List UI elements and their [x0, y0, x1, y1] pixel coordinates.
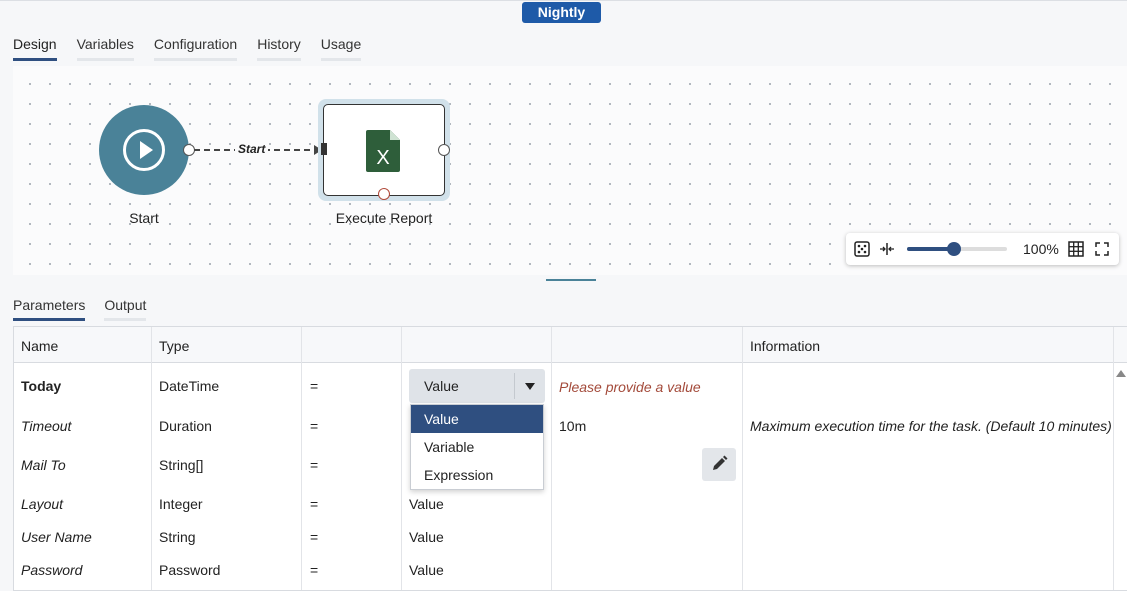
param-mode[interactable]: Value [409, 562, 444, 578]
column-divider [151, 327, 152, 590]
environment-badge: Nightly [522, 2, 601, 23]
zoom-slider[interactable] [907, 242, 1007, 256]
param-mode[interactable]: Value [409, 496, 444, 512]
tab-design[interactable]: Design [13, 36, 57, 61]
bottom-tabs: Parameters Output [13, 297, 165, 321]
excel-letter: X [376, 147, 389, 169]
fullscreen-icon[interactable] [1094, 241, 1110, 257]
header-type[interactable]: Type [159, 338, 189, 354]
column-divider [551, 327, 552, 590]
parameters-grid: Name Type Information Today DateTime = V… [13, 326, 1127, 591]
param-value[interactable]: 10m [559, 418, 586, 434]
param-type: String[] [159, 457, 204, 473]
header-name[interactable]: Name [21, 338, 58, 354]
param-name: User Name [21, 529, 92, 545]
param-operator: = [310, 457, 319, 473]
validation-message: Please provide a value [559, 379, 701, 395]
param-name: Mail To [21, 457, 66, 473]
param-information: Maximum execution time for the task. (De… [750, 418, 1112, 434]
param-type: String [159, 529, 196, 545]
value-mode-select[interactable]: Value [409, 369, 545, 403]
param-name: Timeout [21, 418, 72, 434]
param-type: DateTime [159, 378, 220, 394]
panel-splitter[interactable] [546, 279, 596, 281]
edit-button[interactable] [702, 448, 736, 481]
caret-down-icon[interactable] [525, 383, 535, 390]
param-type: Password [159, 562, 221, 578]
tab-usage[interactable]: Usage [320, 36, 362, 61]
top-border [0, 0, 1127, 1]
zoom-level: 100% [1023, 241, 1059, 257]
param-name: Password [21, 562, 83, 578]
fit-to-screen-icon[interactable] [854, 241, 870, 257]
excel-file-icon: X [366, 130, 400, 172]
column-divider [1113, 327, 1114, 590]
task-input-port[interactable] [321, 143, 327, 155]
task-node-label: Execute Report [335, 210, 433, 226]
param-operator: = [310, 496, 319, 512]
zoom-slider-thumb[interactable] [947, 242, 961, 256]
select-current-value: Value [424, 378, 459, 394]
param-operator: = [310, 378, 319, 394]
tab-variables[interactable]: Variables [76, 36, 134, 61]
param-operator: = [310, 418, 319, 434]
task-error-port[interactable] [378, 188, 390, 200]
value-mode-dropdown: Value Variable Expression [410, 404, 544, 490]
start-node-label: Start [129, 210, 159, 226]
option-variable[interactable]: Variable [411, 433, 543, 461]
collapse-icon[interactable] [879, 241, 895, 257]
scroll-up-icon[interactable] [1116, 370, 1126, 377]
param-operator: = [310, 562, 319, 578]
tab-configuration[interactable]: Configuration [153, 36, 238, 61]
task-output-port[interactable] [438, 144, 450, 156]
param-name: Today [21, 378, 62, 394]
column-divider [742, 327, 743, 590]
column-divider [301, 327, 302, 590]
start-node[interactable] [99, 105, 189, 195]
option-expression[interactable]: Expression [411, 461, 543, 489]
param-operator: = [310, 529, 319, 545]
tab-parameters[interactable]: Parameters [13, 297, 86, 321]
tab-output[interactable]: Output [104, 297, 147, 321]
param-mode[interactable]: Value [409, 529, 444, 545]
select-divider [514, 373, 515, 399]
grid-icon[interactable] [1068, 241, 1084, 257]
play-circle-icon [123, 129, 165, 171]
column-divider [401, 327, 402, 590]
tab-history[interactable]: History [257, 36, 301, 61]
header-information[interactable]: Information [750, 338, 820, 354]
option-value[interactable]: Value [411, 405, 543, 433]
param-type: Duration [159, 418, 212, 434]
zoom-toolbar: 100% [846, 233, 1119, 265]
pencil-icon [713, 455, 728, 470]
main-tabs: Design Variables Configuration History U… [13, 36, 381, 61]
param-type: Integer [159, 496, 203, 512]
connector-label: Start [235, 142, 269, 156]
param-name: Layout [21, 496, 64, 512]
